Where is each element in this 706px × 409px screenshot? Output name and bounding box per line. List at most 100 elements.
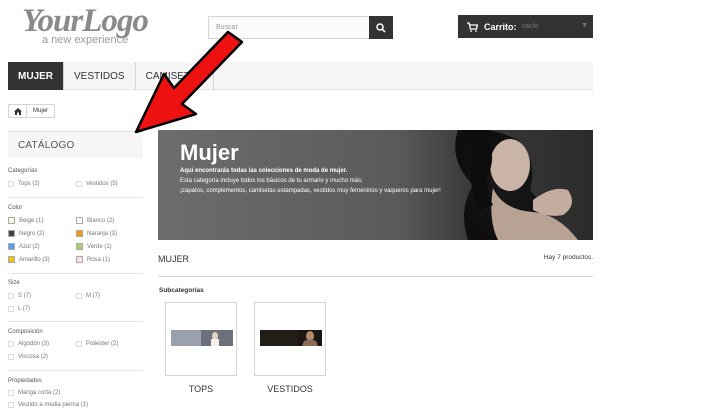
color-option-amarillo[interactable]: Amarillo (3) (8, 256, 50, 263)
checkbox[interactable] (8, 306, 14, 312)
composition-option-viscosa[interactable]: Viscosa (2) (8, 354, 48, 360)
filter-option-label: Viscosa (2) (18, 354, 48, 360)
menu-item-mujer[interactable]: MUJER (8, 62, 65, 90)
main-menu: MUJER VESTIDOS CAMISETAS (8, 62, 593, 90)
divider (8, 273, 143, 274)
filter-title: Propiedades (8, 378, 42, 384)
subcategory-vestidos-image[interactable] (254, 302, 326, 376)
filter-option-label: Azul (2) (19, 243, 40, 250)
checkbox[interactable] (8, 390, 14, 396)
filter-option-label: Vestido a media pierna (1) (18, 402, 89, 408)
search-button[interactable] (369, 16, 393, 39)
filter-option-label: Rosa (1) (87, 256, 111, 263)
size-option-m[interactable]: M (7) (76, 293, 100, 299)
breadcrumb: Mujer (8, 104, 56, 118)
color-swatch[interactable] (8, 256, 15, 263)
filter-size: Size (8, 280, 143, 291)
filter-title: Size (8, 280, 20, 286)
divider (158, 276, 593, 277)
filter-color: Color (8, 205, 143, 216)
color-swatch[interactable] (76, 256, 83, 263)
color-option-verde[interactable]: Verde (1) (76, 243, 112, 250)
checkbox[interactable] (8, 354, 14, 360)
subcategory-vestidos-link[interactable]: VESTIDOS (254, 384, 326, 394)
divider (8, 370, 143, 371)
color-swatch[interactable] (8, 230, 15, 237)
banner-text-line-1: Aquí encontrarás todas las colecciones d… (180, 168, 348, 174)
color-option-beige[interactable]: Beige (1) (8, 217, 43, 224)
checkbox[interactable] (8, 402, 14, 408)
subcategories-heading: Subcategorías (159, 287, 204, 294)
color-swatch[interactable] (76, 230, 83, 237)
banner-text-line-3: ¡zapatos, complementos, camisetas estamp… (180, 188, 441, 194)
filter-option-label: Naranja (3) (87, 230, 118, 237)
cart-label: Carrito: (484, 21, 517, 32)
color-swatch[interactable] (8, 217, 15, 224)
filter-option-label: Vestidos (5) (86, 181, 118, 187)
filter-option-label: Manga corta (2) (18, 390, 61, 396)
checkbox[interactable] (76, 293, 82, 299)
cart-status: vacío (521, 23, 539, 30)
filter-option-label: Beige (1) (19, 217, 44, 224)
product-count: Hay 7 productos. (543, 254, 593, 261)
banner-text-line-2: Esta categoría incluye todos los básicos… (180, 178, 363, 184)
catalog-title: CATÁLOGO (8, 131, 143, 158)
property-option-vestido-media-pierna[interactable]: Vestido a media pierna (1) (8, 402, 88, 408)
category-banner: Mujer Aquí encontrarás todas las colecci… (158, 130, 593, 240)
composition-option-poliester[interactable]: Poliester (2) (76, 341, 118, 347)
checkbox[interactable] (8, 341, 14, 347)
filter-option-vestidos[interactable]: Vestidos (5) (76, 181, 118, 187)
filter-categories: Categorías (8, 168, 143, 179)
color-option-azul[interactable]: Azul (2) (8, 243, 40, 250)
size-option-l[interactable]: L (7) (8, 306, 30, 312)
filter-option-label: Amarillo (3) (19, 256, 50, 263)
breadcrumb-home[interactable] (9, 105, 27, 117)
color-option-blanco[interactable]: Blanco (2) (76, 217, 114, 224)
color-option-rosa[interactable]: Rosa (1) (76, 256, 110, 263)
chevron-down-icon: ▼ (581, 22, 588, 29)
filter-title: Composición (8, 329, 43, 335)
subcategory-tops-image[interactable] (165, 302, 237, 376)
subcategory-tops-link[interactable]: TOPS (165, 384, 237, 394)
checkbox[interactable] (8, 181, 14, 187)
filter-option-label: Poliester (2) (86, 341, 119, 347)
size-option-s[interactable]: S (7) (8, 293, 31, 299)
search-icon (376, 22, 386, 33)
logo-tagline: a new experience (42, 34, 129, 46)
home-icon (13, 107, 22, 115)
color-option-naranja[interactable]: Naranja (3) (76, 230, 117, 237)
breadcrumb-current: Mujer (33, 108, 49, 114)
banner-title: Mujer (180, 140, 239, 165)
checkbox[interactable] (8, 293, 14, 299)
filter-option-label: M (7) (86, 293, 100, 299)
property-option-manga-corta[interactable]: Manga corta (2) (8, 390, 60, 396)
cart-icon (467, 21, 478, 32)
checkbox[interactable] (76, 341, 82, 347)
subcategory-thumbnail (171, 330, 233, 346)
composition-option-algodon[interactable]: Algodón (3) (8, 341, 49, 347)
filter-composition: Composición (8, 329, 143, 340)
filter-option-label: L (7) (18, 306, 31, 312)
filter-title: Color (8, 205, 23, 211)
subcategory-thumbnail (260, 330, 322, 346)
checkbox[interactable] (76, 181, 82, 187)
filter-title: Categorías (8, 168, 38, 174)
divider (8, 197, 143, 198)
color-swatch[interactable] (76, 217, 83, 224)
divider (8, 321, 143, 322)
color-swatch[interactable] (8, 243, 15, 250)
color-swatch[interactable] (76, 243, 83, 250)
red-arrow-annotation (134, 30, 244, 134)
filter-option-label: Negro (2) (19, 230, 45, 237)
filter-properties: Propiedades (8, 378, 143, 389)
banner-description: Aquí encontrarás todas las colecciones d… (180, 166, 520, 196)
filter-option-tops[interactable]: Tops (2) (8, 181, 40, 187)
filter-option-label: Blanco (2) (87, 217, 115, 224)
filter-option-label: Algodón (3) (18, 341, 50, 347)
cart-button[interactable]: Carrito: vacío ▼ (458, 15, 593, 38)
category-title: MUJER (158, 254, 189, 264)
filter-option-label: S (7) (18, 293, 32, 299)
color-option-negro[interactable]: Negro (2) (8, 230, 44, 237)
filter-option-label: Verde (1) (87, 243, 112, 250)
filter-option-label: Tops (2) (18, 181, 40, 187)
